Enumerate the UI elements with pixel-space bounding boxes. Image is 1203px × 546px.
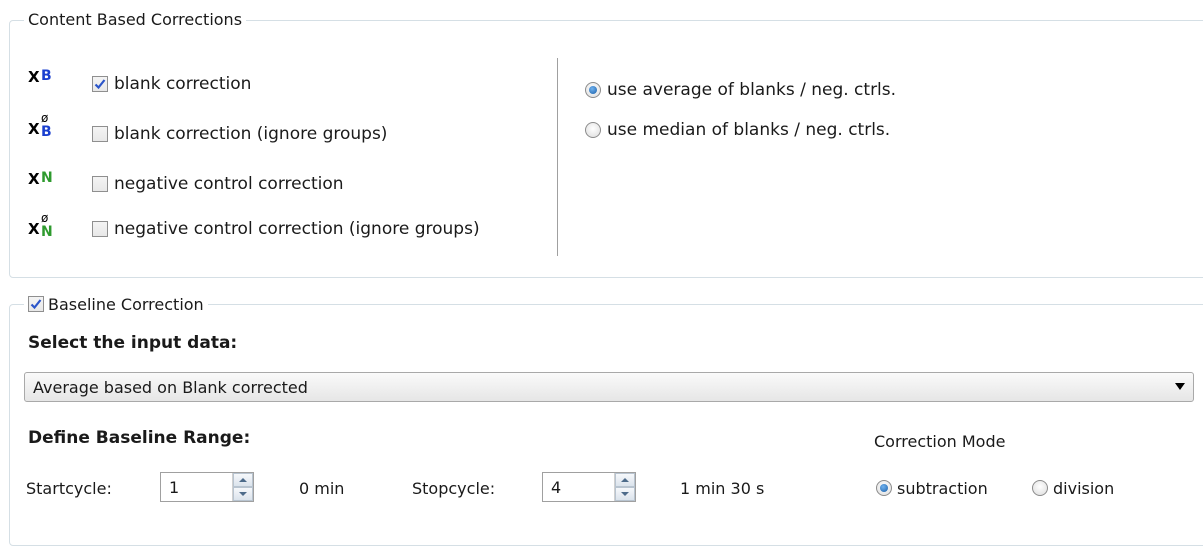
baseline-correction-title: Baseline Correction — [48, 294, 204, 314]
negative-control-ignore-groups-label: negative control correction (ignore grou… — [114, 219, 480, 239]
spin-up-button[interactable] — [233, 473, 253, 487]
subtraction-radio[interactable]: subtraction — [876, 478, 988, 498]
spin-down-button[interactable] — [615, 487, 635, 501]
correction-mode-heading: Correction Mode — [874, 432, 1006, 451]
checkbox-icon[interactable] — [92, 176, 108, 192]
radio-icon[interactable] — [1032, 480, 1048, 496]
blank-correction-checkbox[interactable]: blank correction — [92, 74, 251, 94]
radio-icon[interactable] — [585, 122, 601, 138]
checkbox-icon[interactable] — [92, 126, 108, 142]
input-data-heading: Select the input data: — [28, 333, 238, 353]
stopcycle-stepper[interactable]: 4 — [542, 472, 636, 502]
use-average-label: use average of blanks / neg. ctrls. — [607, 80, 897, 100]
baseline-range-heading: Define Baseline Range: — [28, 428, 251, 448]
division-label: division — [1053, 478, 1115, 498]
blank-correction-ignore-groups-icon: X ø B — [28, 111, 52, 140]
use-median-label: use median of blanks / neg. ctrls. — [607, 120, 891, 140]
startcycle-value[interactable]: 1 — [161, 478, 232, 497]
content-corrections-group — [9, 20, 1203, 278]
radio-icon[interactable] — [876, 480, 892, 496]
startcycle-label: Startcycle: — [26, 479, 112, 498]
stop-time-value: 1 min 30 s — [680, 479, 765, 498]
negative-control-correction-label: negative control correction — [114, 174, 344, 194]
spin-up-button[interactable] — [615, 473, 635, 487]
division-radio[interactable]: division — [1032, 478, 1114, 498]
negative-control-ignore-groups-icon: X ø N — [28, 211, 53, 240]
options-divider — [557, 58, 558, 256]
blank-correction-label: blank correction — [114, 74, 252, 94]
checkbox-icon[interactable] — [92, 221, 108, 237]
startcycle-stepper[interactable]: 1 — [160, 472, 254, 502]
blank-correction-ignore-groups-label: blank correction (ignore groups) — [114, 124, 388, 144]
negative-control-ignore-groups-checkbox[interactable]: negative control correction (ignore grou… — [92, 219, 480, 239]
use-average-radio[interactable]: use average of blanks / neg. ctrls. — [585, 80, 896, 100]
baseline-correction-checkbox[interactable]: Baseline Correction — [24, 294, 208, 314]
radio-icon[interactable] — [585, 82, 601, 98]
blank-correction-icon: X B — [28, 68, 52, 86]
negative-control-correction-checkbox[interactable]: negative control correction — [92, 174, 344, 194]
stopcycle-value[interactable]: 4 — [543, 478, 614, 497]
subtraction-label: subtraction — [897, 478, 988, 498]
checkbox-icon[interactable] — [28, 296, 44, 312]
negative-control-correction-icon: X N — [28, 170, 53, 188]
blank-correction-ignore-groups-checkbox[interactable]: blank correction (ignore groups) — [92, 124, 387, 144]
input-data-selected-value: Average based on Blank corrected — [33, 377, 308, 397]
spin-down-button[interactable] — [233, 487, 253, 501]
chevron-down-icon[interactable] — [1175, 383, 1185, 390]
stopcycle-label: Stopcycle: — [412, 479, 496, 498]
content-corrections-title: Content Based Corrections — [24, 10, 247, 30]
start-time-value: 0 min — [299, 479, 345, 498]
checkbox-icon[interactable] — [92, 76, 108, 92]
use-median-radio[interactable]: use median of blanks / neg. ctrls. — [585, 120, 890, 140]
input-data-select[interactable]: Average based on Blank corrected — [24, 372, 1194, 402]
